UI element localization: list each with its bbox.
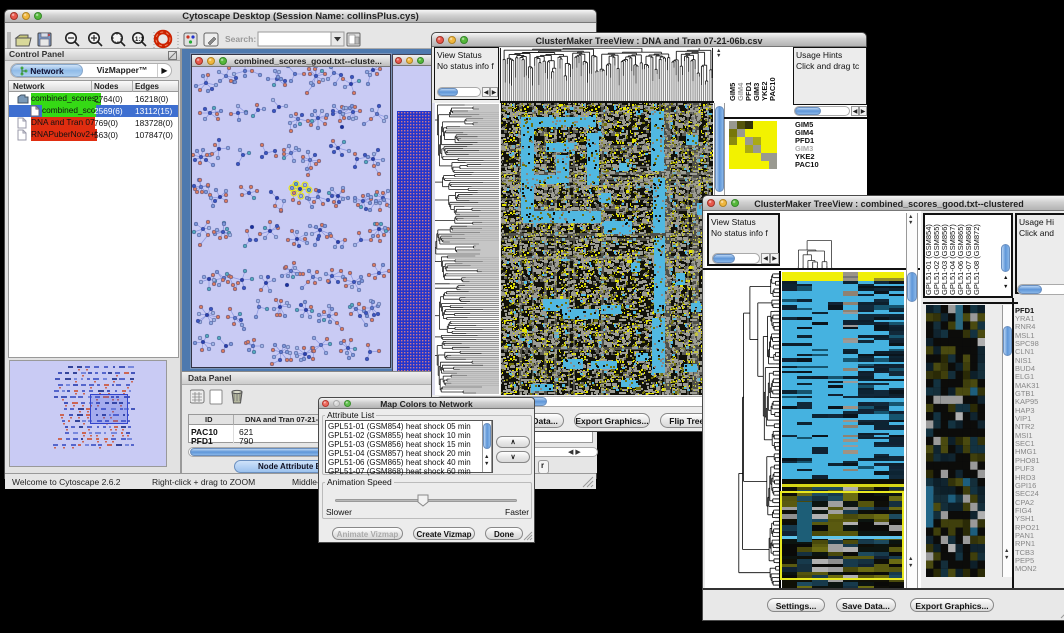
svg-text:1:1: 1:1 xyxy=(135,37,144,43)
svg-text:Search:: Search: xyxy=(225,34,256,44)
